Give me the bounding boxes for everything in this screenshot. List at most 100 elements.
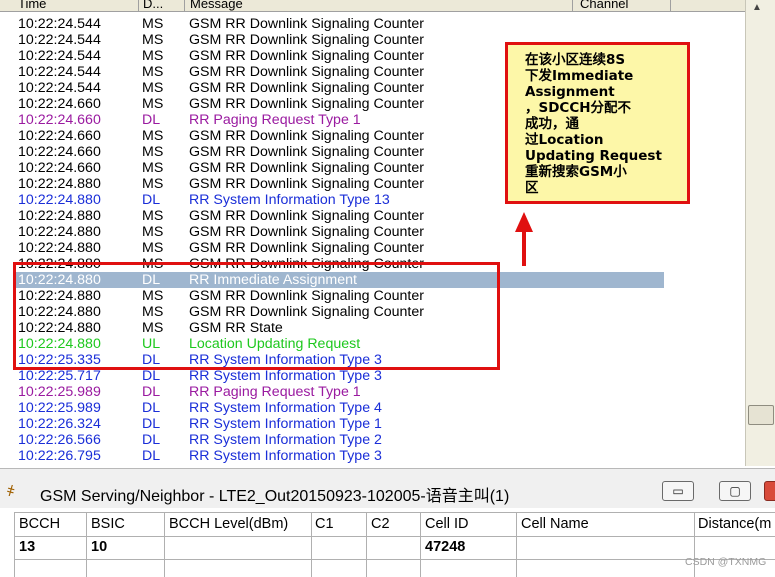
row-message: RR System Information Type 3 xyxy=(189,368,382,384)
row-time: 10:22:24.660 xyxy=(18,160,101,176)
scrollbar-thumb[interactable] xyxy=(748,405,774,425)
row-time: 10:22:24.880 xyxy=(18,192,101,208)
log-row[interactable]: 10:22:26.795 DL RR System Information Type… xyxy=(0,448,700,464)
log-scrollbar[interactable]: ▲ xyxy=(745,0,775,466)
log-row[interactable]: 10:22:26.566 DL RR System Information Type… xyxy=(0,432,700,448)
annotation-line: 在该小区连续8S xyxy=(525,52,626,68)
row-direction: DL xyxy=(142,416,161,432)
row-message: RR Paging Request Type 1 xyxy=(189,384,361,400)
row-direction: DL xyxy=(142,432,161,448)
annotation-arrow-shaft xyxy=(522,230,526,266)
row-direction: MS xyxy=(142,96,164,112)
watermark: CSDN @TXNMG xyxy=(685,556,767,568)
row-message: GSM RR Downlink Signaling Counter xyxy=(189,64,424,80)
cell-cell-id[interactable]: 47248 xyxy=(425,537,465,557)
row-time: 10:22:25.989 xyxy=(18,384,101,400)
serving-neighbor-grid[interactable]: BCCH BSIC BCCH Level(dBm) C1 C2 Cell ID … xyxy=(0,508,775,577)
header-time[interactable]: Time xyxy=(18,0,46,11)
row-message: GSM RR Downlink Signaling Counter xyxy=(189,208,424,224)
row-message: GSM RR Downlink Signaling Counter xyxy=(189,160,424,176)
row-direction: DL xyxy=(142,192,161,208)
serving-neighbor-titlebar[interactable]: ҂ GSM Serving/Neighbor - LTE2_Out2015092… xyxy=(0,468,775,509)
col-distance[interactable]: Distance(m xyxy=(698,514,771,534)
header-message[interactable]: Message xyxy=(190,0,243,11)
row-time: 10:22:24.660 xyxy=(18,128,101,144)
row-time: 10:22:24.544 xyxy=(18,80,101,96)
row-direction: MS xyxy=(142,48,164,64)
annotation-line: 区 xyxy=(525,180,539,196)
row-time: 10:22:27.036 xyxy=(18,464,101,466)
log-row[interactable]: 10:22:24.880 MS GSM RR Downlink Signaling … xyxy=(0,208,700,224)
log-row[interactable]: 10:22:24.880 MS GSM RR Downlink Signaling … xyxy=(0,224,700,240)
row-message: GSM RR Downlink Signaling Counter xyxy=(189,16,424,32)
log-row[interactable]: 10:22:27.036 DL RR System Information Type… xyxy=(0,464,700,466)
row-time: 10:22:24.880 xyxy=(18,208,101,224)
col-cell-id[interactable]: Cell ID xyxy=(425,514,469,534)
row-message: RR System Information Type 2 xyxy=(189,432,382,448)
log-row[interactable]: 10:22:26.324 DL RR System Information Type… xyxy=(0,416,700,432)
annotation-line: 下发Immediate xyxy=(525,68,634,84)
log-row[interactable]: 10:22:24.544 MS GSM RR Downlink Signaling … xyxy=(0,16,700,32)
cell-bsic[interactable]: 10 xyxy=(91,537,107,557)
row-time: 10:22:24.660 xyxy=(18,144,101,160)
row-message: GSM RR Downlink Signaling Counter xyxy=(189,80,424,96)
antenna-icon: ҂ xyxy=(7,483,15,500)
col-bcch[interactable]: BCCH xyxy=(19,514,60,534)
row-direction: MS xyxy=(142,16,164,32)
row-direction: MS xyxy=(142,240,164,256)
col-c1[interactable]: C1 xyxy=(315,514,334,534)
header-direction[interactable]: D... xyxy=(143,0,163,11)
row-message: RR System Information Type 3 xyxy=(189,448,382,464)
minimize-button[interactable]: ▭ xyxy=(662,481,694,501)
annotation-line: 重新搜索GSM小 xyxy=(525,164,627,180)
row-message: GSM RR Downlink Signaling Counter xyxy=(189,96,424,112)
row-time: 10:22:24.880 xyxy=(18,176,101,192)
row-time: 10:22:24.880 xyxy=(18,224,101,240)
row-message: RR System Information Type 13 xyxy=(189,192,390,208)
col-c2[interactable]: C2 xyxy=(371,514,390,534)
row-direction: MS xyxy=(142,64,164,80)
row-message: GSM RR Downlink Signaling Counter xyxy=(189,240,424,256)
row-direction: DL xyxy=(142,368,161,384)
highlight-box xyxy=(13,262,500,370)
scroll-up-icon[interactable]: ▲ xyxy=(752,2,762,13)
row-direction: DL xyxy=(142,384,161,400)
row-direction: MS xyxy=(142,176,164,192)
row-time: 10:22:24.880 xyxy=(18,240,101,256)
log-row[interactable]: 10:22:25.717 DL RR System Information Type… xyxy=(0,368,700,384)
row-direction: MS xyxy=(142,224,164,240)
row-direction: MS xyxy=(142,144,164,160)
row-message: RR Paging Request Type 1 xyxy=(189,112,361,128)
annotation-line: 成功，通 xyxy=(525,116,579,132)
maximize-button[interactable]: ▢ xyxy=(719,481,751,501)
annotation-line: 过Location xyxy=(525,132,604,148)
annotation-line: Assignment xyxy=(525,84,615,100)
row-direction: DL xyxy=(142,400,161,416)
cell-bcch[interactable]: 13 xyxy=(19,537,35,557)
row-direction: MS xyxy=(142,208,164,224)
annotation-line: Updating Request xyxy=(525,148,662,164)
row-message: RR System Information Type 4 xyxy=(189,464,382,466)
header-channel[interactable]: Channel xyxy=(580,0,628,11)
close-button[interactable]: × xyxy=(764,481,775,501)
annotation-arrow-icon xyxy=(515,212,533,232)
row-time: 10:22:24.544 xyxy=(18,48,101,64)
row-message: GSM RR Downlink Signaling Counter xyxy=(189,144,424,160)
row-message: GSM RR Downlink Signaling Counter xyxy=(189,32,424,48)
annotation-line: ，SDCCH分配不 xyxy=(525,100,632,116)
row-time: 10:22:26.324 xyxy=(18,416,101,432)
annotation-note: 在该小区连续8S 下发Immediate Assignment ，SDCCH分配不 成功… xyxy=(505,42,690,204)
col-bsic[interactable]: BSIC xyxy=(91,514,125,534)
row-time: 10:22:24.660 xyxy=(18,96,101,112)
col-cell-name[interactable]: Cell Name xyxy=(521,514,589,534)
row-time: 10:22:24.660 xyxy=(18,112,101,128)
col-bcch-level[interactable]: BCCH Level(dBm) xyxy=(169,514,288,534)
row-time: 10:22:24.544 xyxy=(18,32,101,48)
row-message: RR System Information Type 4 xyxy=(189,400,382,416)
log-row[interactable]: 10:22:24.880 MS GSM RR Downlink Signaling … xyxy=(0,240,700,256)
row-message: GSM RR Downlink Signaling Counter xyxy=(189,48,424,64)
log-header: Time D... Message Channel xyxy=(0,0,745,12)
row-direction: MS xyxy=(142,160,164,176)
log-row[interactable]: 10:22:25.989 DL RR System Information Type… xyxy=(0,400,700,416)
log-row[interactable]: 10:22:25.989 DL RR Paging Request Type 1 xyxy=(0,384,700,400)
